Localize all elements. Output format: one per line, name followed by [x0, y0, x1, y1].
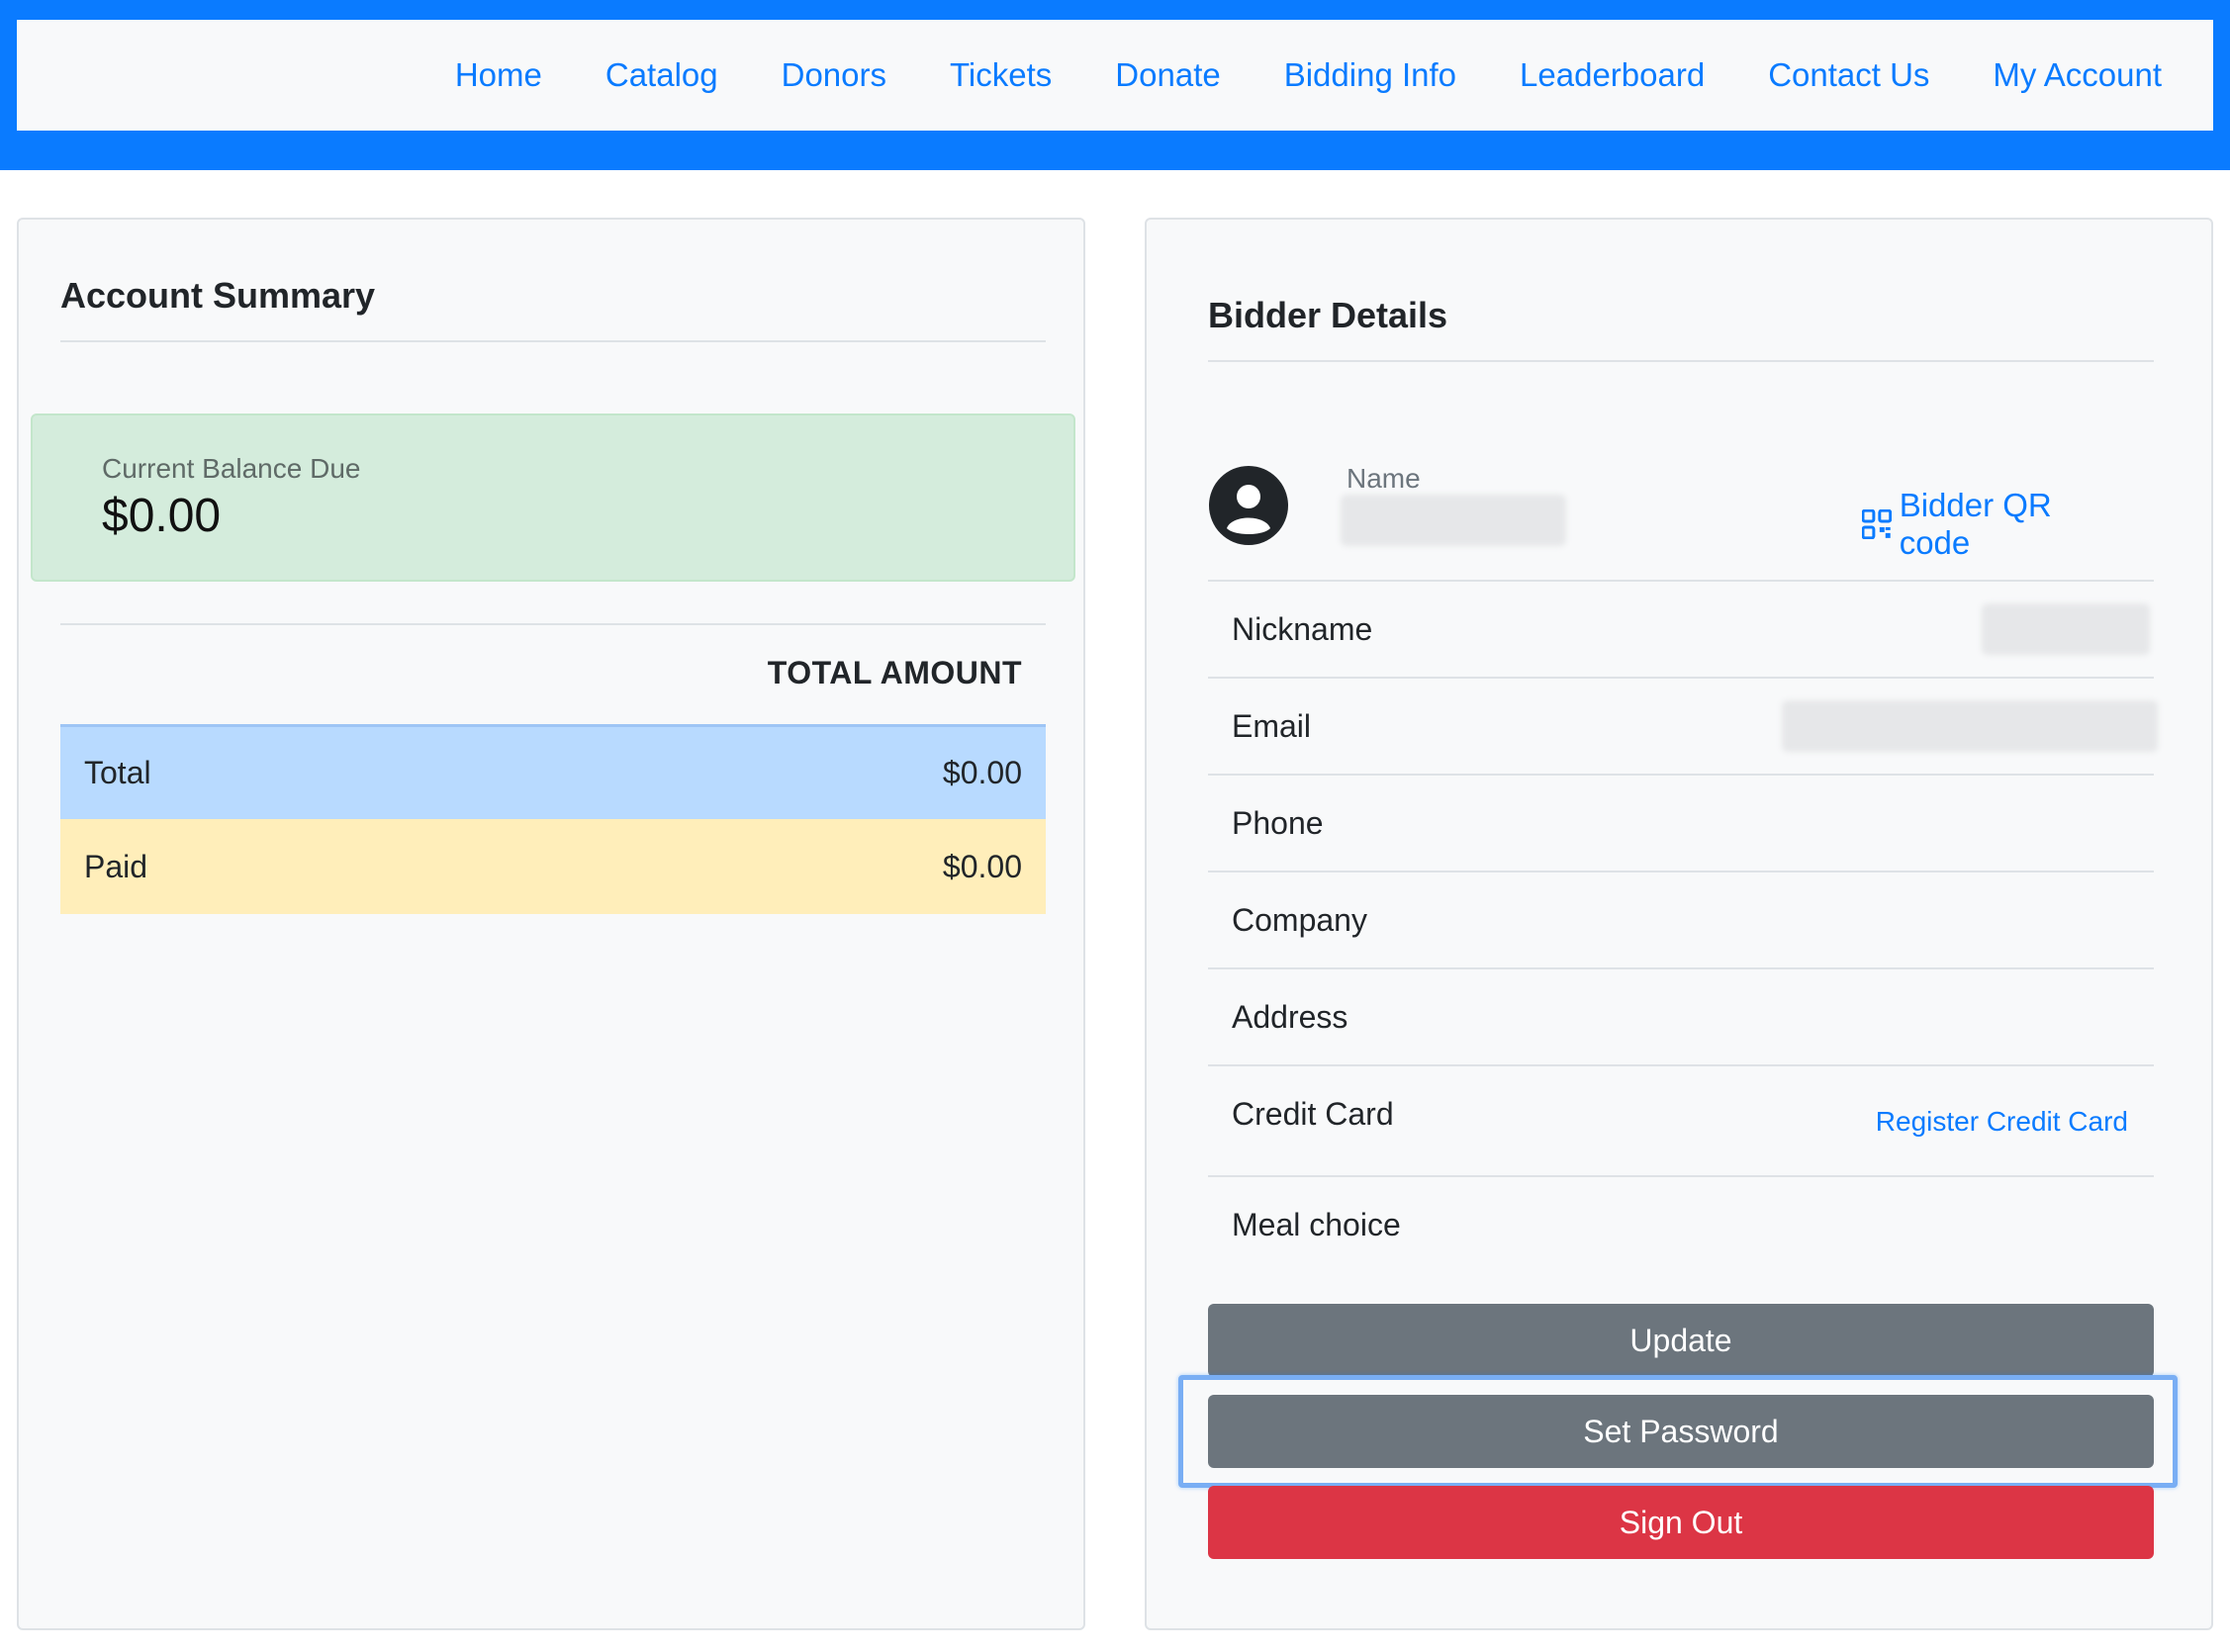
row-value: $0.00 [942, 848, 1022, 884]
detail-row-company: Company [1208, 871, 2154, 967]
detail-row-phone: Phone [1208, 774, 2154, 871]
company-label: Company [1232, 902, 1367, 938]
email-value-redacted [1782, 700, 2158, 752]
divider [1208, 360, 2154, 362]
bidder-qr-code-label: Bidder QR code [1899, 487, 2052, 561]
bidder-details-title: Bidder Details [1208, 295, 1448, 335]
row-label: Paid [84, 848, 148, 884]
name-value-redacted [1341, 495, 1566, 546]
row-value: $0.00 [942, 755, 1022, 790]
email-label: Email [1232, 708, 1312, 744]
nickname-label: Nickname [1232, 611, 1373, 647]
meal-choice-label: Meal choice [1232, 1207, 1401, 1242]
account-summary-panel: Account Summary Current Balance Due $0.0… [17, 218, 1085, 1630]
account-summary-title: Account Summary [60, 275, 376, 316]
address-label: Address [1232, 999, 1348, 1035]
balance-due-alert: Current Balance Due $0.00 [31, 413, 1075, 582]
phone-label: Phone [1232, 805, 1324, 841]
detail-row-nickname: Nickname [1208, 580, 2154, 677]
table-row-paid: Paid $0.00 [60, 819, 1046, 914]
detail-row-email: Email [1208, 677, 2158, 774]
sign-out-button[interactable]: Sign Out [1208, 1486, 2154, 1559]
top-navbar: Home Catalog Donors Tickets Donate Biddi… [0, 0, 2230, 170]
row-label: Total [84, 755, 151, 790]
total-amount-header: TOTAL AMOUNT [767, 655, 1022, 690]
balance-due-value: $0.00 [102, 490, 222, 542]
set-password-button[interactable]: Set Password [1208, 1395, 2154, 1468]
register-credit-card-link[interactable]: Register Credit Card [1876, 1106, 2128, 1138]
nav-leaderboard-link[interactable]: Leaderboard [1520, 56, 1705, 94]
update-button[interactable]: Update [1208, 1304, 2154, 1377]
detail-row-address: Address [1208, 967, 2154, 1064]
bidder-qr-code-link[interactable]: Bidder QR code [1862, 487, 2129, 562]
nav-donate-link[interactable]: Donate [1115, 56, 1220, 94]
balance-due-label: Current Balance Due [102, 453, 361, 484]
divider [60, 340, 1046, 342]
user-circle-icon [1209, 466, 1288, 545]
nav-tickets-link[interactable]: Tickets [950, 56, 1052, 94]
nickname-value-redacted [1982, 603, 2150, 655]
qr-code-icon [1862, 509, 1892, 539]
name-label: Name [1347, 463, 1421, 494]
divider [60, 623, 1046, 625]
detail-row-meal-choice: Meal choice [1208, 1175, 2154, 1284]
bidder-details-panel: Bidder Details Name Bidder QR code Nickn… [1145, 218, 2213, 1630]
nav-donors-link[interactable]: Donors [782, 56, 886, 94]
nav-home-link[interactable]: Home [455, 56, 542, 94]
nav-bidding-info-link[interactable]: Bidding Info [1284, 56, 1456, 94]
detail-row-credit-card: Credit Card Register Credit Card [1208, 1064, 2154, 1175]
nav-menu: Home Catalog Donors Tickets Donate Biddi… [17, 20, 2213, 131]
nav-contact-us-link[interactable]: Contact Us [1768, 56, 1929, 94]
credit-card-label: Credit Card [1232, 1096, 1394, 1132]
nav-catalog-link[interactable]: Catalog [605, 56, 718, 94]
nav-my-account-link[interactable]: My Account [1993, 56, 2162, 94]
table-row-total: Total $0.00 [60, 724, 1046, 819]
